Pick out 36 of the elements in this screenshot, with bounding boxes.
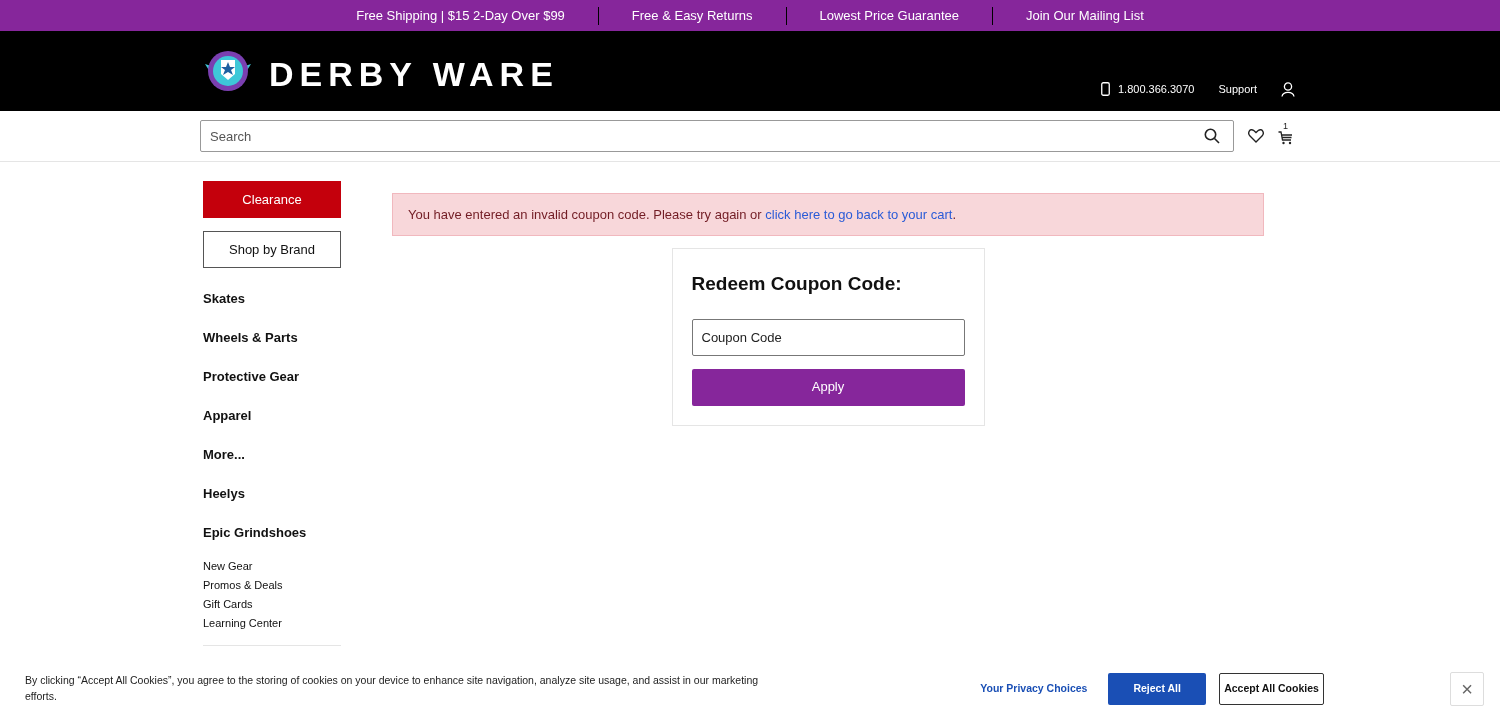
coupon-code-field[interactable]: Coupon Code [691, 318, 965, 356]
heart-icon[interactable] [1248, 129, 1264, 143]
sidebar-link[interactable]: Learning Center [203, 616, 341, 631]
category-link[interactable]: Epic Grindshoes [203, 524, 341, 541]
coupon-title: Redeem Coupon Code: [691, 272, 903, 296]
category-link[interactable]: Protective Gear [203, 368, 341, 385]
privacy-choices-link[interactable]: Your Privacy Choices [980, 681, 1088, 697]
search-icon[interactable] [1204, 128, 1220, 144]
cart-icon[interactable] [1278, 130, 1293, 145]
sidebar-link[interactable]: Promos & Deals [203, 578, 341, 593]
category-link[interactable]: More... [203, 446, 341, 463]
sidebar-link[interactable]: New Gear [203, 559, 341, 574]
cart-count: 1 [1283, 121, 1288, 131]
category-link[interactable]: Skates [203, 290, 341, 307]
accept-all-cookies-button[interactable]: Accept All Cookies [1218, 673, 1325, 705]
search-field[interactable]: Search [200, 120, 1234, 152]
sidebar-link[interactable]: Gift Cards [203, 597, 341, 612]
close-button[interactable]: × [1450, 672, 1484, 706]
shop-by-brand-button[interactable]: Shop by Brand [203, 231, 341, 268]
promo-link[interactable]: Free & Easy Returns [631, 5, 753, 26]
account-icon[interactable] [1281, 81, 1295, 97]
reject-all-button[interactable]: Reject All [1108, 673, 1206, 705]
phone-icon [1101, 82, 1110, 96]
cookie-notice: By clicking “Accept All Cookies”, you agree to the storing of cookies on your device to enhance site navigation, analyze site usage, and assist in our marketing efforts. [25, 673, 760, 704]
phone-number[interactable]: 1.800.366.3070 [1118, 80, 1195, 98]
category-link[interactable]: Apparel [203, 407, 341, 424]
promo-link[interactable]: Join Our Mailing List [1025, 5, 1144, 26]
logo-wordmark[interactable]: DERBY WARE [269, 54, 559, 94]
category-link[interactable]: Wheels & Parts [203, 329, 341, 346]
apply-button[interactable]: Apply [691, 368, 965, 406]
promo-link[interactable]: Free Shipping | $15 2-Day Over $99 [356, 5, 565, 26]
promo-link[interactable]: Lowest Price Guarantee [819, 5, 959, 26]
category-link[interactable]: Heelys [203, 485, 341, 502]
clearance-button[interactable]: Clearance [203, 181, 341, 218]
error-message: You have entered an invalid coupon code. Please try again or click here to go back to your cart. [408, 205, 957, 224]
support-link[interactable]: Support [1218, 80, 1257, 98]
